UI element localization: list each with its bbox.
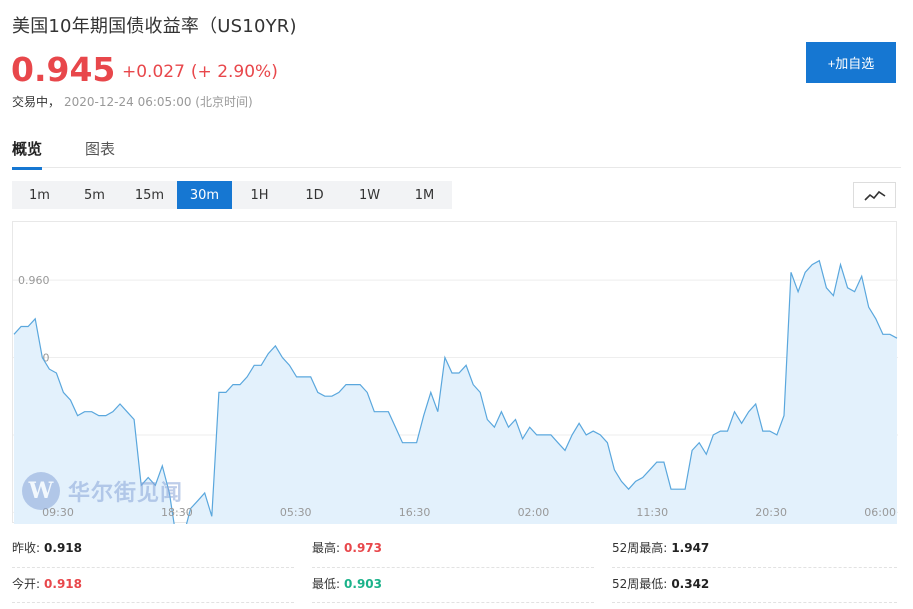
- x-tick-label: 20:30: [755, 506, 787, 519]
- page-title: 美国10年期国债收益率（US10YR): [12, 16, 297, 37]
- stat-label: 昨收:: [12, 541, 41, 555]
- stat-value: 0.903: [344, 577, 383, 591]
- watermark-logo: W: [22, 472, 60, 510]
- chart-type-toggle[interactable]: [853, 182, 896, 208]
- add-to-watchlist-button[interactable]: +加自选: [806, 42, 896, 83]
- stat-value: 1.947: [671, 541, 710, 555]
- x-tick-label: 02:00: [518, 506, 550, 519]
- stat-value: 0.918: [44, 541, 83, 555]
- trading-status: 交易中， 2020-12-24 06:05:00 (北京时间): [12, 93, 253, 110]
- watermark-text: 华尔街见闻: [68, 480, 184, 506]
- range-1m-button[interactable]: 1m: [12, 181, 67, 209]
- x-tick-label: 11:30: [636, 506, 668, 519]
- stat-52w-high: 52周最高: 1.947: [612, 532, 709, 565]
- stat-label: 最高:: [312, 541, 341, 555]
- stat-52w-low: 52周最低: 0.342: [612, 568, 709, 601]
- stat-label: 52周最高:: [612, 541, 668, 555]
- stat-label: 今开:: [12, 577, 41, 591]
- time-range-selector: 1m 5m 15m 30m 1H 1D 1W 1M: [12, 181, 452, 209]
- line-chart-icon: [863, 190, 885, 201]
- tab-chart[interactable]: 图表: [85, 138, 115, 167]
- row-divider: [612, 567, 897, 568]
- x-tick-label: 06:00: [864, 506, 896, 519]
- range-5m-button[interactable]: 5m: [67, 181, 122, 209]
- price-change: +0.027 (+ 2.90%): [122, 62, 278, 82]
- row-divider: [12, 567, 294, 568]
- range-1d-button[interactable]: 1D: [287, 181, 342, 209]
- stat-value: 0.918: [44, 577, 83, 591]
- x-tick-label: 05:30: [280, 506, 312, 519]
- row-divider: [12, 602, 294, 603]
- stat-label: 最低:: [312, 577, 341, 591]
- x-tick-label: 16:30: [399, 506, 431, 519]
- range-1w-button[interactable]: 1W: [342, 181, 397, 209]
- stat-value: 0.973: [344, 541, 383, 555]
- range-15m-button[interactable]: 15m: [122, 181, 177, 209]
- stat-high: 最高: 0.973: [312, 532, 382, 565]
- watermark: W 华尔街见闻: [22, 472, 183, 510]
- tab-overview[interactable]: 概览: [12, 138, 43, 170]
- change-percent: (+ 2.90%): [190, 62, 278, 82]
- row-divider: [312, 602, 594, 603]
- stat-label: 52周最低:: [612, 577, 668, 591]
- row-divider: [612, 602, 897, 603]
- stat-value: 0.342: [671, 577, 710, 591]
- range-1mo-button[interactable]: 1M: [397, 181, 452, 209]
- row-divider: [312, 567, 594, 568]
- range-1h-button[interactable]: 1H: [232, 181, 287, 209]
- stat-open: 今开: 0.918: [12, 568, 82, 601]
- status-text: 交易中，: [12, 95, 61, 109]
- stat-prev-close: 昨收: 0.918: [12, 532, 82, 565]
- change-value: +0.027: [122, 62, 185, 82]
- tab-bar: 概览 图表: [12, 132, 901, 170]
- timestamp: 2020-12-24 06:05:00 (北京时间): [64, 95, 253, 109]
- current-price: 0.945: [11, 50, 116, 89]
- y-tick-label: 0.960: [18, 274, 50, 287]
- stat-low: 最低: 0.903: [312, 568, 382, 601]
- range-30m-button[interactable]: 30m: [177, 181, 232, 209]
